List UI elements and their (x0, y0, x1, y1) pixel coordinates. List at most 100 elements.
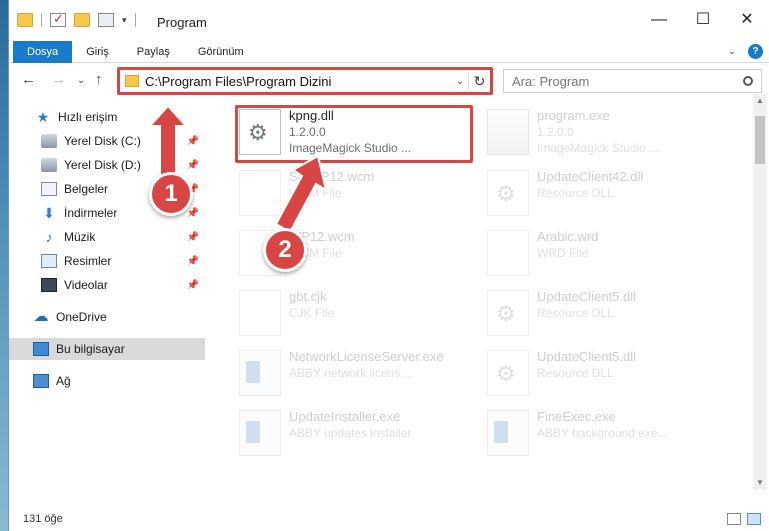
file-type: Resource DLL (537, 366, 614, 380)
file-name: program.exe (537, 108, 610, 123)
item-count: 131 öğe (23, 513, 63, 525)
app-icon (239, 410, 281, 456)
search-placeholder[interactable]: Ara: Program (512, 74, 589, 89)
pin-icon[interactable]: 📌 (187, 232, 199, 243)
pin-icon[interactable]: 📌 (187, 280, 199, 291)
sidebar-item-onedrive[interactable]: ☁ OneDrive (9, 306, 205, 328)
file-item[interactable]: UpdateClient5.dll Resource DLL (483, 346, 721, 404)
file-list: kpng.dll 1.2.0.0 ImageMagick Studio ... … (207, 102, 741, 490)
file-item-program-exe[interactable]: program.exe 1.2.0.0 ImageMagick Studio .… (483, 105, 721, 163)
network-icon (33, 374, 49, 388)
recent-locations-icon[interactable]: ⌄ (77, 75, 85, 86)
file-item[interactable]: gbt.cjk CJK File (235, 286, 473, 344)
tab-home[interactable]: Giriş (72, 41, 123, 63)
tab-file[interactable]: Dosya (13, 40, 73, 63)
file-name: NetworkLicenseServer.exe (289, 349, 444, 364)
help-icon[interactable]: ? (748, 44, 763, 59)
file-name: UpdateInstaller.exe (289, 409, 401, 424)
file-item[interactable]: SmWP12.wcm WCM File (235, 166, 473, 224)
sidebar-item-label: Müzik (64, 230, 96, 244)
sidebar-item-label: Videolar (64, 278, 108, 292)
status-bar: 131 öğe (9, 507, 769, 531)
file-version: 1.2.0.0 (537, 125, 574, 139)
expand-ribbon-icon[interactable]: ⌄ (728, 46, 736, 57)
file-item[interactable]: UpdateClient5.dll Resource DLL (483, 286, 721, 344)
app-icon (239, 350, 281, 396)
exe-icon (487, 109, 529, 155)
forward-arrow-icon[interactable]: → (51, 71, 66, 88)
file-name: UpdateClient42.dll (537, 169, 644, 184)
sidebar-item-label: Hızlı erişim (58, 110, 118, 124)
window-controls: — ☐ ✕ (637, 6, 769, 34)
dll-gear-icon (487, 290, 529, 336)
navigation-bar: ← → ⌄ ↑ C:\Program Files\Program Dizini … (9, 66, 769, 95)
file-description: ABBY background exe... (537, 426, 668, 440)
details-view-icon[interactable] (727, 513, 741, 525)
file-description: ABBY updates installer (289, 426, 412, 440)
new-folder-icon[interactable] (74, 13, 90, 27)
tab-view[interactable]: Görünüm (184, 41, 258, 63)
tab-share[interactable]: Paylaş (123, 41, 184, 63)
scroll-down-icon[interactable]: ▼ (753, 476, 767, 490)
file-item[interactable]: FineExec.exe ABBY background exe... (483, 406, 721, 464)
pin-icon[interactable]: 📌 (187, 208, 199, 219)
file-highlight-box (235, 105, 473, 163)
file-type: Resource DLL (537, 306, 614, 320)
properties-check-icon[interactable] (50, 11, 66, 27)
file-name: UpdateClient5.dll (537, 349, 637, 364)
sidebar-item-this-pc[interactable]: Bu bilgisayar (9, 338, 205, 360)
navigation-pane: ★ Hızlı erişim Yerel Disk (C:) 📌 Yerel D… (9, 102, 205, 492)
this-pc-icon (33, 342, 49, 356)
scrollbar-thumb[interactable] (755, 116, 765, 164)
file-item[interactable]: UpdateInstaller.exe ABBY updates install… (235, 406, 473, 464)
file-type: Resource DLL (537, 186, 614, 200)
onedrive-icon: ☁ (33, 308, 49, 325)
file-name: SmWP12.wcm (289, 169, 375, 184)
back-arrow-icon[interactable]: ← (21, 71, 36, 88)
minimize-button[interactable]: — (637, 6, 681, 34)
up-arrow-icon[interactable]: ↑ (95, 71, 103, 88)
sidebar-item-label: Ağ (56, 374, 71, 388)
file-item[interactable]: Arabic.wrd WRD File (483, 226, 721, 284)
file-item[interactable]: NetworkLicenseServer.exe ABBY network li… (235, 346, 473, 404)
title-bar: ▾ Program — ☐ ✕ (9, 0, 769, 44)
quick-access-toolbar: ▾ (17, 11, 136, 27)
sidebar-item-local-disk-c[interactable]: Yerel Disk (C:) 📌 (9, 130, 205, 152)
file-description: ABBY network licens... (289, 366, 411, 380)
file-item[interactable]: UpdateClient42.dll Resource DLL (483, 166, 721, 224)
documents-icon (41, 182, 57, 196)
search-icon[interactable] (743, 76, 753, 86)
sidebar-item-network[interactable]: Ağ (9, 370, 205, 392)
disk-icon (41, 134, 57, 148)
window-title: Program (157, 15, 207, 30)
pin-icon[interactable]: 📌 (187, 256, 199, 267)
toolbar-separator (41, 13, 42, 27)
explorer-window: ▾ Program — ☐ ✕ Dosya Giriş Paylaş Görün… (8, 0, 769, 531)
sidebar-item-label: Resimler (64, 254, 112, 268)
pin-icon[interactable]: 📌 (187, 160, 199, 171)
pin-icon[interactable]: 📌 (187, 136, 199, 147)
sidebar-item-quick-access[interactable]: ★ Hızlı erişim (9, 106, 205, 128)
file-type: WRD File (537, 246, 589, 260)
file-name: gbt.cjk (289, 289, 327, 304)
file-name: FineExec.exe (537, 409, 616, 424)
sidebar-item-music[interactable]: ♪ Müzik 📌 (9, 226, 205, 248)
folder-icon (17, 13, 33, 27)
maximize-button[interactable]: ☐ (681, 6, 725, 34)
vertical-scrollbar[interactable]: ▲ ▼ (753, 94, 767, 490)
customize-icon[interactable] (98, 13, 114, 27)
file-name: Arabic.wrd (537, 229, 599, 244)
blank-file-icon (487, 230, 529, 276)
qat-dropdown-icon[interactable]: ▾ (122, 15, 127, 26)
file-name: UpdateClient5.dll (537, 289, 637, 304)
search-box[interactable]: Ara: Program (503, 69, 762, 93)
sidebar-item-pictures[interactable]: Resimler 📌 (9, 250, 205, 272)
scroll-up-icon[interactable]: ▲ (753, 94, 767, 108)
star-icon: ★ (36, 109, 50, 125)
pictures-icon (41, 254, 57, 268)
close-button[interactable]: ✕ (725, 6, 769, 34)
dll-gear-icon (487, 170, 529, 216)
sidebar-item-videos[interactable]: Videolar 📌 (9, 274, 205, 296)
sidebar-item-label: Bu bilgisayar (56, 342, 125, 356)
tiles-view-icon[interactable] (747, 513, 761, 525)
